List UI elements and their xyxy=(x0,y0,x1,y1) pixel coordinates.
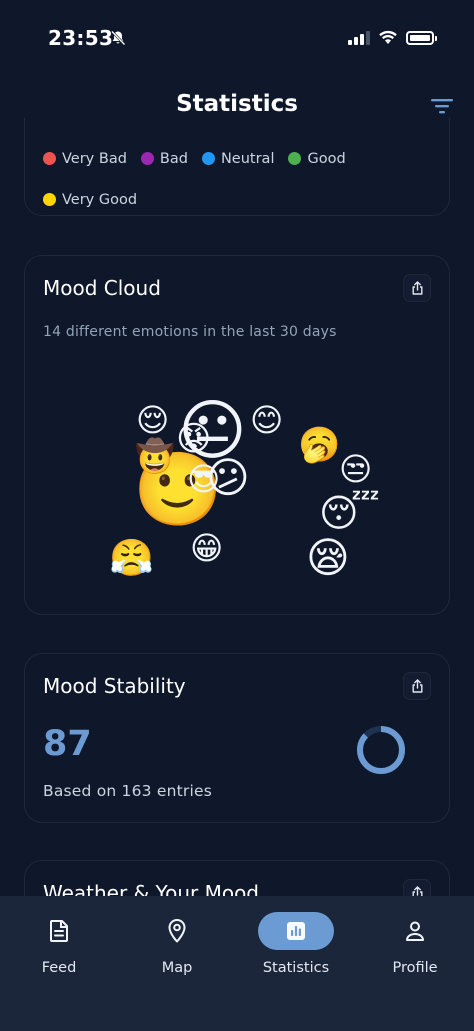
emoji-cowboy: 🤠 xyxy=(135,437,175,475)
page-title: Statistics xyxy=(176,91,298,117)
bell-off-icon xyxy=(111,30,126,46)
legend-label: Good xyxy=(307,150,346,167)
filter-icon xyxy=(431,99,453,114)
battery-icon xyxy=(406,30,437,45)
status-time: 23:53 xyxy=(48,26,114,50)
mood-stability-subtitle: Based on 163 entries xyxy=(43,782,212,800)
tab-bar: Feed Map Statistics Profile xyxy=(0,896,474,1031)
tab-feed-label: Feed xyxy=(41,960,77,976)
mood-cloud-subtitle: 14 different emotions in the last 30 day… xyxy=(43,324,337,340)
map-pin-icon xyxy=(168,919,186,943)
emoji-sleeping: 😴 xyxy=(319,491,380,535)
tab-statistics-icon-wrap xyxy=(258,912,334,950)
tab-feed-icon-wrap xyxy=(21,912,97,950)
legend-dot xyxy=(288,152,302,165)
tab-profile-icon-wrap xyxy=(377,912,453,950)
legend-item: Bad xyxy=(140,150,188,167)
stability-ring-progress xyxy=(357,726,405,774)
emoji-sleepy: 😪 xyxy=(306,533,350,582)
mood-cloud-share-button[interactable] xyxy=(403,274,431,302)
tab-map-label: Map xyxy=(161,960,193,976)
tab-profile[interactable]: Profile xyxy=(356,912,474,976)
legend-label: Very Bad xyxy=(62,150,127,167)
legend-item: Good xyxy=(288,150,346,167)
stability-ring xyxy=(357,726,405,774)
emoji-unamused: 😒 xyxy=(339,450,373,488)
tab-statistics[interactable]: Statistics xyxy=(237,912,355,976)
emoji-yawning: 🥱 xyxy=(298,425,341,465)
person-icon xyxy=(406,921,424,941)
emoji-smiling: 😊 xyxy=(250,401,284,439)
legend-item: Very Bad xyxy=(43,150,127,167)
legend-dot xyxy=(43,193,56,206)
mood-stability-share-button[interactable] xyxy=(403,672,431,700)
filter-button[interactable] xyxy=(428,92,456,120)
emoji-grinning: 😁 xyxy=(190,529,224,567)
emoji-huffing: 😤 xyxy=(109,538,154,579)
emoji-relieved: 😌 xyxy=(136,401,170,439)
emoji-confused: 😕 xyxy=(206,453,250,502)
mood-cloud-title: Mood Cloud xyxy=(43,276,161,300)
tab-feed[interactable]: Feed xyxy=(0,912,118,976)
legend-item: Very Good xyxy=(43,191,137,208)
tab-map-icon-wrap xyxy=(139,912,215,950)
tab-profile-label: Profile xyxy=(392,960,438,976)
mood-legend-card: Very Bad Bad Neutral Good Very Good xyxy=(24,118,450,216)
bar-chart-icon xyxy=(287,922,305,940)
legend-label: Neutral xyxy=(220,150,275,167)
mood-stability-title: Mood Stability xyxy=(43,674,186,698)
wifi-icon xyxy=(379,30,397,44)
tab-statistics-label: Statistics xyxy=(262,960,330,976)
emoji-angry: 😡 xyxy=(176,419,212,459)
mood-stability-score: 87 xyxy=(43,724,92,764)
document-icon xyxy=(50,920,68,942)
mood-stability-card: Mood Stability 87 Based on 163 entries xyxy=(24,653,450,823)
legend-label: Bad xyxy=(159,150,188,167)
legend-dot xyxy=(140,152,154,165)
signal-icon xyxy=(348,30,370,45)
mood-legend: Very Bad Bad Neutral Good Very Good xyxy=(43,150,433,208)
share-icon xyxy=(412,281,422,295)
share-icon xyxy=(412,679,422,693)
legend-dot xyxy=(43,152,56,165)
mood-cloud-card: Mood Cloud 14 different emotions in the … xyxy=(24,255,450,615)
legend-label: Very Good xyxy=(62,191,138,208)
legend-dot xyxy=(201,152,215,165)
legend-item: Neutral xyxy=(201,150,275,167)
tab-map[interactable]: Map xyxy=(118,912,236,976)
status-bar: 23:53 xyxy=(0,0,474,76)
